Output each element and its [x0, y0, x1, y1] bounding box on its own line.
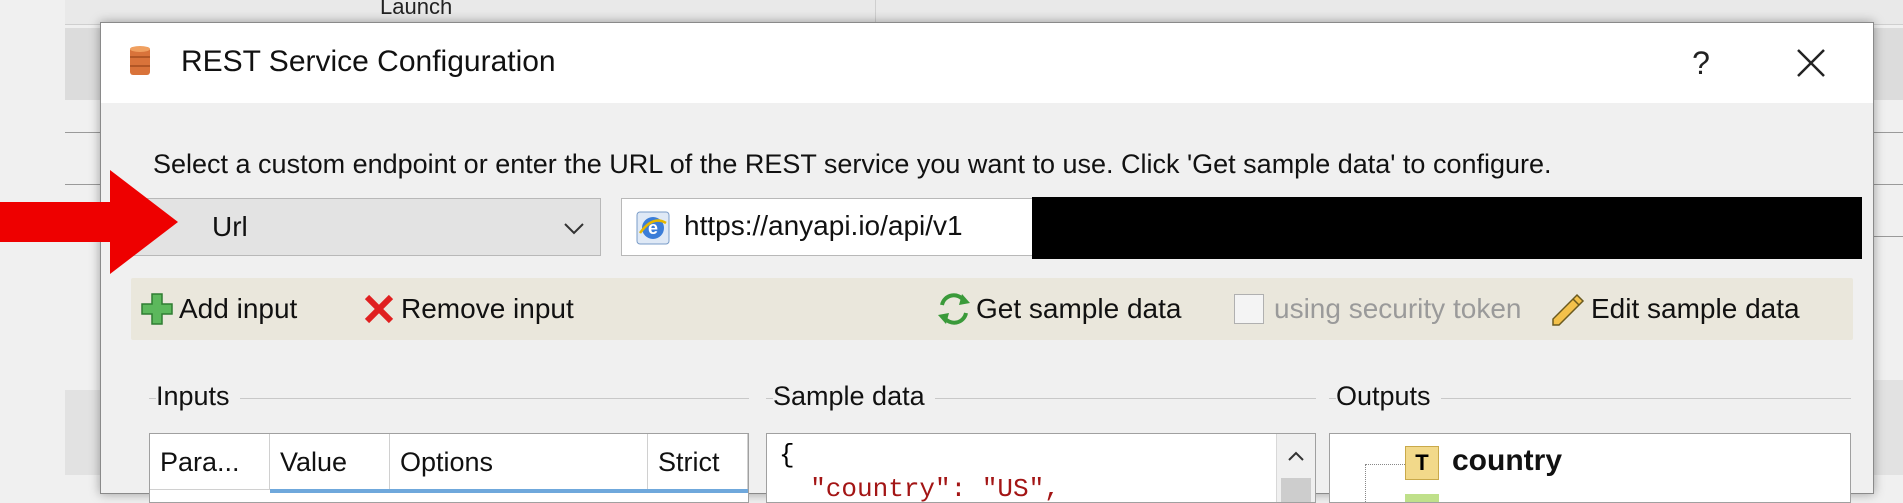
sample-data-group-label: Sample data: [773, 381, 935, 412]
output-item-label[interactable]: ...: [1452, 492, 1477, 502]
endpoint-type-select[interactable]: Url: [131, 198, 601, 256]
tree-connector: [1365, 464, 1366, 502]
inputs-group-label: Inputs: [156, 381, 240, 412]
get-sample-data-label: Get sample data: [976, 293, 1182, 324]
background-gridline: [1872, 132, 1903, 133]
redaction-box: [1032, 197, 1862, 259]
selection-highlight: [270, 489, 748, 493]
security-token-checkbox[interactable]: using security token: [1234, 290, 1521, 328]
endpoint-type-value: Url: [212, 211, 248, 242]
instruction-text: Select a custom endpoint or enter the UR…: [153, 149, 1552, 179]
inputs-table[interactable]: Para... Value Options Strict: [149, 433, 749, 503]
add-input-button[interactable]: Add input: [139, 290, 297, 328]
dialog-titlebar[interactable]: REST Service Configuration ?: [101, 23, 1873, 103]
help-button[interactable]: ?: [1671, 41, 1731, 85]
close-button[interactable]: [1781, 41, 1841, 85]
database-icon: [130, 46, 150, 75]
scroll-thumb[interactable]: [1281, 478, 1311, 502]
sample-line: "country": "US",: [779, 474, 1060, 503]
security-token-label: using security token: [1274, 293, 1522, 324]
sample-data-editor[interactable]: { "country": "US",: [766, 433, 1316, 503]
get-sample-data-button[interactable]: Get sample data: [936, 290, 1181, 328]
remove-input-label: Remove input: [401, 293, 574, 324]
column-divider: [875, 0, 876, 24]
browser-icon: e: [636, 211, 670, 245]
chevron-down-icon: [564, 223, 584, 235]
plus-icon: [141, 293, 173, 325]
column-header-parameter[interactable]: Para...: [150, 434, 270, 490]
url-input[interactable]: e https://anyapi.io/api/v1: [621, 197, 1862, 259]
column-header-strict[interactable]: Strict: [648, 434, 748, 490]
pencil-icon: [1552, 293, 1585, 326]
close-icon: [1797, 49, 1825, 77]
checkbox-box: [1234, 294, 1264, 324]
annotation-arrow-icon: [0, 170, 178, 274]
output-item-label[interactable]: country: [1452, 444, 1562, 478]
sample-line: {: [779, 440, 795, 470]
background-panel: [1872, 380, 1903, 475]
rest-service-dialog: REST Service Configuration ? Select a cu…: [100, 22, 1874, 503]
launch-column-header: Launch: [380, 0, 453, 19]
dialog-title: REST Service Configuration: [181, 45, 556, 78]
url-value: https://anyapi.io/api/v1: [684, 210, 963, 241]
background-gridline: [65, 132, 105, 133]
tree-connector: [1365, 464, 1405, 465]
refresh-icon: [938, 293, 970, 325]
column-header-options[interactable]: Options: [390, 434, 648, 490]
edit-sample-data-button[interactable]: Edit sample data: [1551, 290, 1800, 328]
vertical-scrollbar[interactable]: [1276, 434, 1315, 502]
background-panel: [65, 390, 100, 475]
remove-x-icon: [364, 294, 394, 324]
array-type-icon: [1405, 494, 1439, 502]
background-gridline: [1872, 236, 1903, 237]
outputs-tree[interactable]: T country ...: [1329, 433, 1851, 503]
column-header-value[interactable]: Value: [270, 434, 390, 490]
input-toolbar: Add input Remove input Get sample data u…: [131, 278, 1853, 340]
outputs-group-label: Outputs: [1336, 381, 1441, 412]
add-input-label: Add input: [179, 293, 298, 324]
edit-sample-data-label: Edit sample data: [1591, 293, 1800, 324]
remove-input-button[interactable]: Remove input: [361, 290, 574, 328]
scroll-up-arrow-icon[interactable]: [1287, 450, 1305, 462]
background-gridline: [1872, 184, 1903, 185]
